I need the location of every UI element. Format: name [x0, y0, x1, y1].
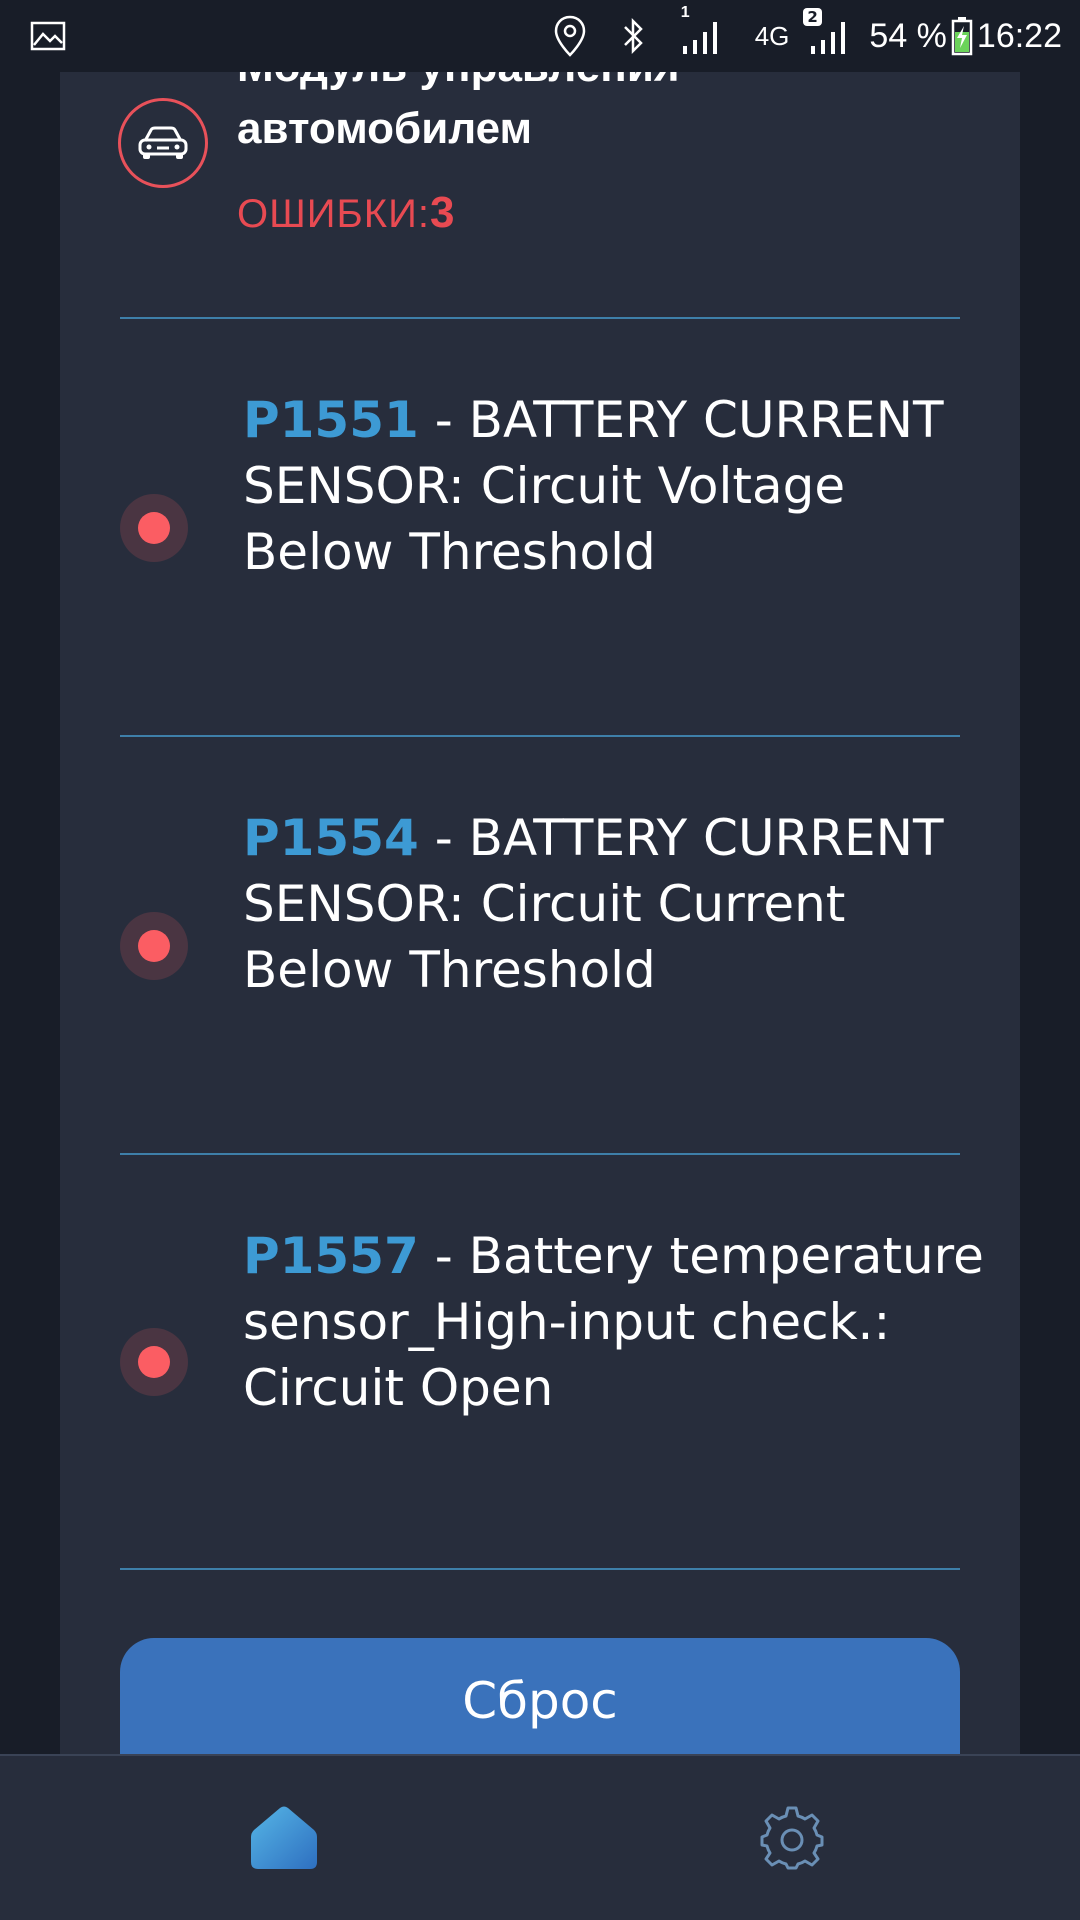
module-header: Модуль управления автомобилем ОШИБКИ:3: [60, 72, 1020, 318]
error-text: P1554 - BATTERY CURRENT SENSOR: Circuit …: [243, 805, 1003, 1003]
error-code: P1557: [243, 1227, 419, 1285]
location-icon: [553, 14, 587, 58]
bottom-nav: [0, 1754, 1080, 1920]
error-code: P1554: [243, 809, 419, 867]
battery-percent: 54 %: [869, 16, 947, 55]
network-label: 4G: [754, 20, 790, 51]
error-indicator-icon: [120, 494, 188, 562]
error-code: P1551: [243, 391, 419, 449]
error-item[interactable]: P1554 - BATTERY CURRENT SENSOR: Circuit …: [60, 737, 1020, 1155]
module-title: Модуль управления автомобилем: [237, 72, 680, 153]
home-icon[interactable]: [250, 1804, 318, 1874]
error-item[interactable]: P1551 - BATTERY CURRENT SENSOR: Circuit …: [60, 319, 1020, 737]
signal-icon: 2: [803, 8, 849, 56]
signal-icon: 1: [681, 4, 721, 56]
status-bar: 1 4G 2 54 % 16:22: [0, 0, 1080, 72]
main-panel: Модуль управления автомобилем ОШИБКИ:3 P…: [60, 72, 1020, 1754]
image-icon: [30, 21, 66, 51]
gear-icon[interactable]: [760, 1806, 824, 1874]
error-text: P1551 - BATTERY CURRENT SENSOR: Circuit …: [243, 387, 1003, 585]
divider: [120, 1568, 960, 1570]
errors-summary: ОШИБКИ:3: [237, 188, 455, 238]
error-text: P1557 - Battery temperature sensor_High-…: [243, 1223, 1003, 1421]
errors-label: ОШИБКИ:: [237, 192, 430, 236]
network-4g-icon: 4G: [755, 21, 790, 52]
bluetooth-icon: [621, 16, 647, 56]
battery-charging-icon: [951, 16, 973, 56]
clock: 16:22: [976, 16, 1062, 55]
sim2-label: 2: [803, 8, 822, 26]
error-item[interactable]: P1557 - Battery temperature sensor_High-…: [60, 1155, 1020, 1569]
car-icon: [118, 98, 208, 188]
error-indicator-icon: [120, 1328, 188, 1396]
error-indicator-icon: [120, 912, 188, 980]
sim1-label: 1: [680, 4, 690, 21]
errors-count: 3: [429, 188, 456, 237]
reset-button[interactable]: Сброс: [120, 1638, 960, 1754]
